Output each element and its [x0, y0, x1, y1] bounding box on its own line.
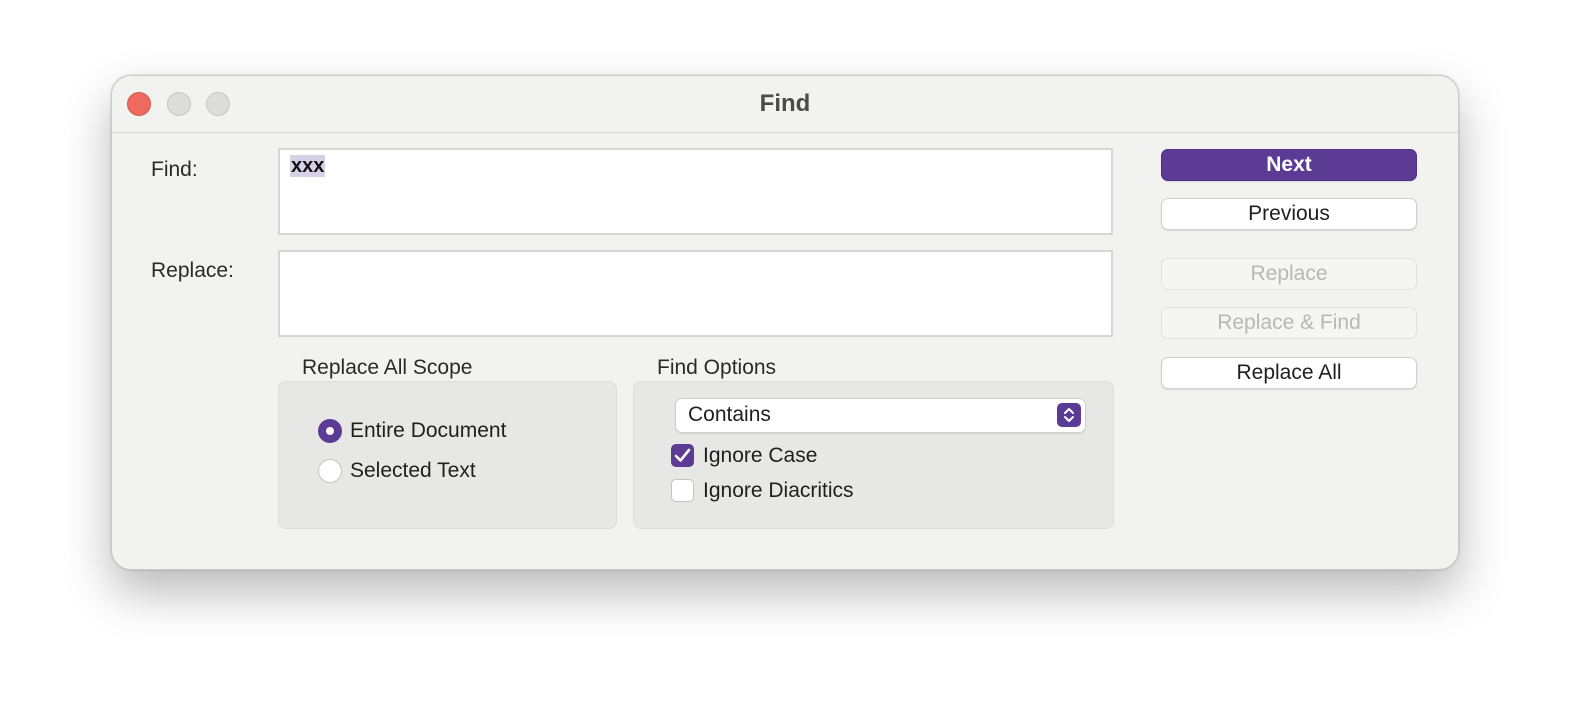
checkmark-icon	[674, 448, 691, 462]
selected-text-radio[interactable]	[318, 459, 342, 483]
replace-button[interactable]: Replace	[1161, 258, 1417, 290]
scope-group: Entire Document Selected Text	[278, 381, 617, 529]
entire-document-label[interactable]: Entire Document	[350, 419, 506, 443]
replace-and-find-button[interactable]: Replace & Find	[1161, 307, 1417, 339]
replace-label: Replace:	[151, 259, 234, 282]
find-field[interactable]: xxx	[278, 148, 1113, 235]
window-title: Find	[759, 90, 811, 117]
title-bar[interactable]: Find	[112, 76, 1458, 133]
ignore-diacritics-label[interactable]: Ignore Diacritics	[703, 479, 854, 503]
screen: Find Find: xxx Replace: Replace All Scop…	[0, 0, 1584, 722]
match-mode-value: Contains	[688, 403, 771, 426]
find-options-group: Contains Ignore Case Ignore Diacritics	[633, 381, 1114, 529]
find-field-value: xxx	[290, 155, 326, 177]
find-window: Find Find: xxx Replace: Replace All Scop…	[111, 75, 1459, 570]
scope-group-title: Replace All Scope	[302, 356, 473, 379]
next-button[interactable]: Next	[1161, 149, 1417, 181]
replace-all-button[interactable]: Replace All	[1161, 357, 1417, 389]
replace-field[interactable]	[278, 250, 1113, 337]
previous-button[interactable]: Previous	[1161, 198, 1417, 230]
find-label: Find:	[151, 158, 198, 181]
entire-document-radio[interactable]	[318, 419, 342, 443]
ignore-case-label[interactable]: Ignore Case	[703, 444, 817, 468]
updown-chevron-icon	[1057, 403, 1081, 427]
selected-text-label[interactable]: Selected Text	[350, 459, 476, 483]
find-options-group-title: Find Options	[657, 356, 777, 379]
match-mode-select[interactable]: Contains	[675, 398, 1086, 433]
ignore-case-checkbox[interactable]	[671, 444, 694, 467]
ignore-diacritics-checkbox[interactable]	[671, 479, 694, 502]
